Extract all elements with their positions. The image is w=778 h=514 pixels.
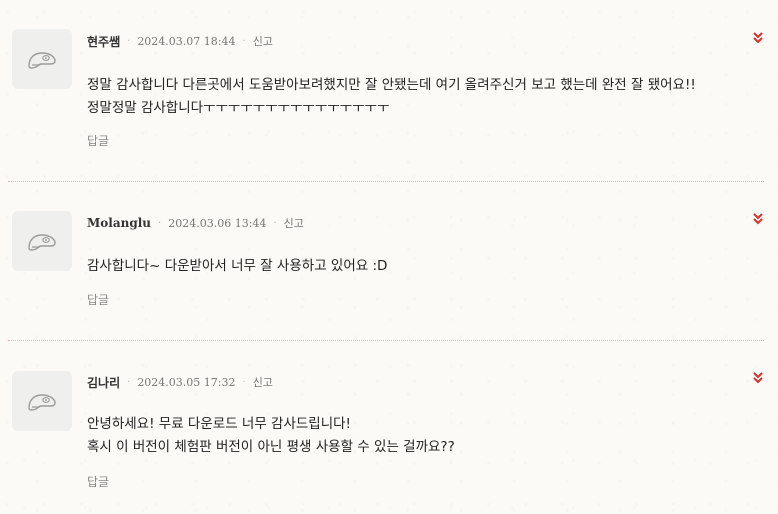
comment-divider [8, 340, 764, 341]
comment-divider [8, 181, 764, 182]
reply-link[interactable]: 답글 [87, 291, 109, 308]
comment-line: 안녕하세요! 무료 다운로드 너무 감사드립니다! [87, 416, 351, 432]
separator-dot: · [127, 376, 131, 388]
comment-line: 혹시 이 버전이 체험판 버전이 아닌 평생 사용할 수 있는 걸까요?? [87, 439, 455, 455]
comment-body: 감사합니다~ 다운받아서 너무 잘 사용하고 있어요 :D [87, 255, 387, 278]
author-name[interactable]: 김나리 [87, 374, 120, 391]
default-avatar-icon [28, 234, 56, 251]
comment-line: 감사합니다~ 다운받아서 너무 잘 사용하고 있어요 :D [87, 258, 388, 274]
report-link[interactable]: 신고 [253, 374, 273, 390]
comment-body: 정말 감사합니다 다른곳에서 도움받아보려했지만 잘 안됐는데 여기 올려주신거… [87, 74, 696, 120]
avatar[interactable] [12, 211, 72, 271]
comment-meta: 김나리 · 2024.03.05 17:32 · 신고 [87, 373, 273, 391]
comment-line: 정말 감사합니다 다른곳에서 도움받아보려했지만 잘 안됐는데 여기 올려주신거… [87, 77, 696, 93]
comment-meta: Molanglu · 2024.03.06 13:44 · 신고 [87, 214, 304, 232]
comment-date: 2024.03.06 13:44 [168, 216, 267, 230]
default-avatar-icon [28, 394, 56, 411]
comment-date: 2024.03.05 17:32 [137, 375, 236, 389]
avatar[interactable] [12, 371, 72, 431]
comment-meta: 현주쌤 · 2024.03.07 18:44 · 신고 [87, 32, 273, 50]
double-chevron-down-icon[interactable] [752, 31, 764, 45]
default-avatar-icon [28, 52, 56, 69]
avatar[interactable] [12, 29, 72, 89]
report-link[interactable]: 신고 [253, 33, 273, 49]
comment-line: 정말정말 감사합니다ㅜㅜㅜㅜㅜㅜㅜㅜㅜㅜㅜㅜㅜㅜㅜ [87, 100, 390, 116]
reply-link[interactable]: 답글 [87, 473, 109, 490]
separator-dot: · [127, 35, 131, 47]
separator-dot: · [242, 35, 246, 47]
separator-dot: · [158, 217, 162, 229]
reply-link[interactable]: 답글 [87, 132, 109, 149]
double-chevron-down-icon[interactable] [752, 371, 764, 385]
separator-dot: · [273, 217, 277, 229]
report-link[interactable]: 신고 [284, 215, 304, 231]
separator-dot: · [242, 376, 246, 388]
author-name[interactable]: 현주쌤 [87, 33, 120, 50]
author-name[interactable]: Molanglu [87, 216, 151, 230]
comment-date: 2024.03.07 18:44 [137, 34, 236, 48]
comment-body: 안녕하세요! 무료 다운로드 너무 감사드립니다! 혹시 이 버전이 체험판 버… [87, 413, 455, 459]
double-chevron-down-icon[interactable] [752, 212, 764, 226]
